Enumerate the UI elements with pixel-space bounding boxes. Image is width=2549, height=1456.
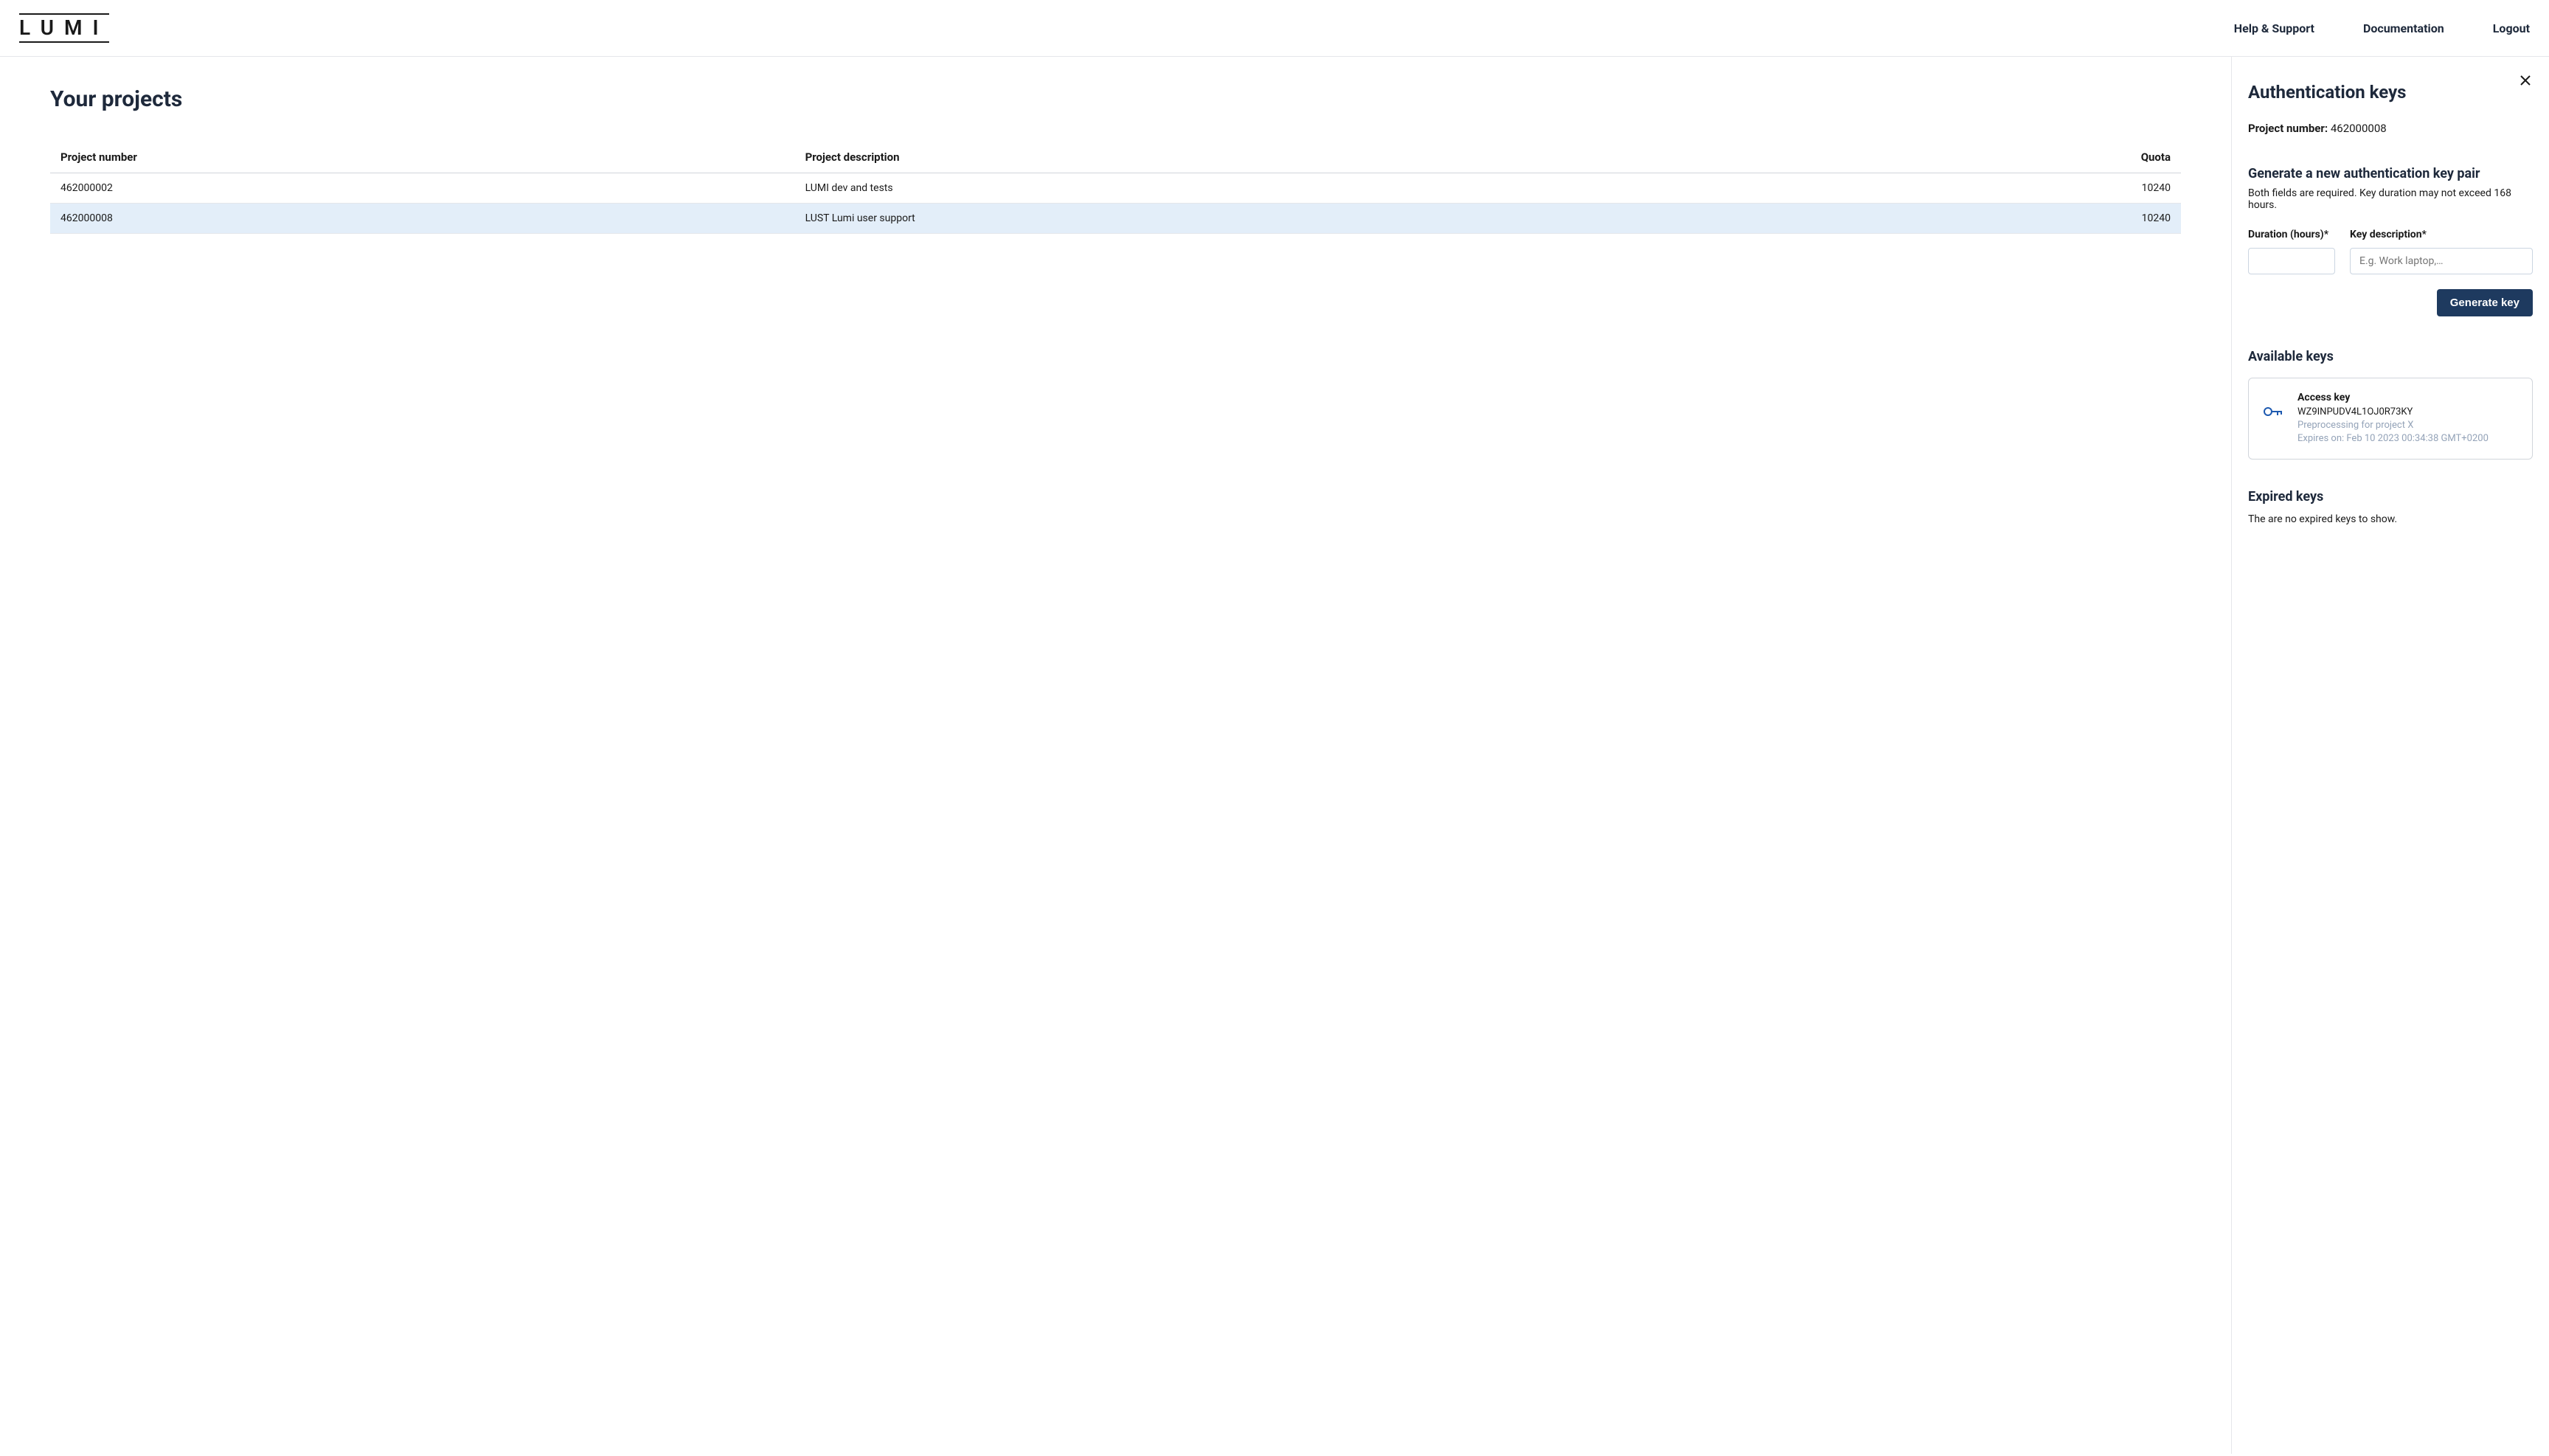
projects-table: Project number Project description Quota… bbox=[50, 142, 2181, 234]
layout: Your projects Project number Project des… bbox=[0, 57, 2549, 1454]
nav: Help & Support Documentation Logout bbox=[2234, 21, 2530, 35]
key-card[interactable]: Access key WZ9INPUDV4L1OJ0R73KY Preproce… bbox=[2248, 378, 2533, 460]
expired-keys-section: Expired keys The are no expired keys to … bbox=[2248, 489, 2533, 525]
main-content: Your projects Project number Project des… bbox=[0, 57, 2232, 1454]
generate-title: Generate a new authentication key pair bbox=[2248, 166, 2533, 181]
panel-title: Authentication keys bbox=[2248, 79, 2533, 103]
description-label: Key description* bbox=[2350, 229, 2533, 240]
table-row[interactable]: 462000008LUST Lumi user support10240 bbox=[50, 204, 2181, 234]
description-input[interactable] bbox=[2350, 248, 2533, 274]
header: LUMI Help & Support Documentation Logout bbox=[0, 0, 2549, 57]
key-icon bbox=[2264, 392, 2283, 418]
col-quota: Quota bbox=[1795, 142, 2181, 173]
project-number-line: Project number: 462000008 bbox=[2248, 122, 2533, 135]
key-info: Access key WZ9INPUDV4L1OJ0R73KY Preproce… bbox=[2297, 392, 2517, 446]
key-label: Access key bbox=[2297, 392, 2517, 403]
cell-description: LUMI dev and tests bbox=[795, 173, 1795, 204]
cell-description: LUST Lumi user support bbox=[795, 204, 1795, 234]
close-icon bbox=[2519, 74, 2531, 86]
close-button[interactable] bbox=[2519, 74, 2531, 89]
project-number-value: 462000008 bbox=[2331, 122, 2387, 135]
available-keys-title: Available keys bbox=[2248, 349, 2533, 364]
generate-section: Generate a new authentication key pair B… bbox=[2248, 166, 2533, 316]
help-support-link[interactable]: Help & Support bbox=[2234, 21, 2314, 35]
col-project-number: Project number bbox=[50, 142, 795, 173]
logo-text: LUMI bbox=[19, 13, 109, 43]
logo: LUMI bbox=[19, 13, 109, 43]
table-row[interactable]: 462000002LUMI dev and tests10240 bbox=[50, 173, 2181, 204]
available-keys-section: Available keys Access key WZ9INPUDV4L1OJ… bbox=[2248, 349, 2533, 460]
cell-quota: 10240 bbox=[1795, 173, 2181, 204]
expired-keys-title: Expired keys bbox=[2248, 489, 2533, 505]
expired-empty: The are no expired keys to show. bbox=[2248, 513, 2533, 525]
key-desc: Preprocessing for project X bbox=[2297, 419, 2517, 432]
col-project-description: Project description bbox=[795, 142, 1795, 173]
cell-number: 462000008 bbox=[50, 204, 795, 234]
page-title: Your projects bbox=[50, 86, 2181, 112]
duration-label: Duration (hours)* bbox=[2248, 229, 2335, 240]
generate-desc: Both fields are required. Key duration m… bbox=[2248, 187, 2533, 211]
documentation-link[interactable]: Documentation bbox=[2363, 21, 2444, 35]
project-number-label: Project number: bbox=[2248, 122, 2328, 135]
logout-link[interactable]: Logout bbox=[2493, 21, 2530, 35]
key-value: WZ9INPUDV4L1OJ0R73KY bbox=[2297, 406, 2517, 417]
cell-quota: 10240 bbox=[1795, 204, 2181, 234]
duration-input[interactable] bbox=[2248, 248, 2335, 274]
auth-panel: Authentication keys Project number: 4620… bbox=[2232, 57, 2549, 1454]
key-expires: Expires on: Feb 10 2023 00:34:38 GMT+020… bbox=[2297, 432, 2517, 446]
generate-key-button[interactable]: Generate key bbox=[2437, 289, 2533, 316]
cell-number: 462000002 bbox=[50, 173, 795, 204]
